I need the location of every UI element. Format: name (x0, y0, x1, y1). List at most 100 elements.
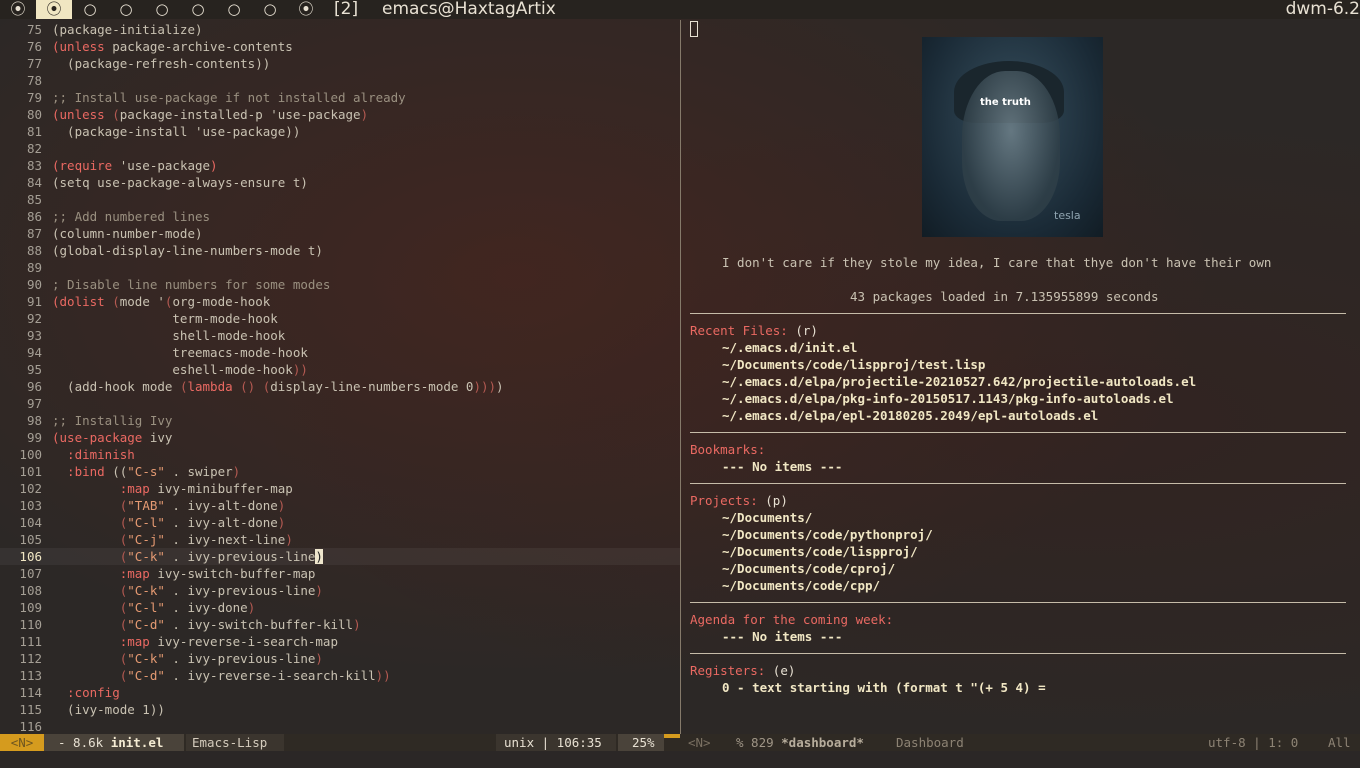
code-line[interactable]: 80 (unless (package-installed-p 'use-pack… (0, 106, 680, 123)
code-line[interactable]: 83 (require 'use-package) (0, 157, 680, 174)
code-line[interactable]: 110 ("C-d" . ivy-switch-buffer-kill) (0, 616, 680, 633)
code-line[interactable]: 109 ("C-l" . ivy-done) (0, 599, 680, 616)
code-line[interactable]: 103 ("TAB" . ivy-alt-done) (0, 497, 680, 514)
buffer-info[interactable]: - 8.6k init.el (44, 734, 184, 751)
code-line[interactable]: 85 (0, 191, 680, 208)
evil-state-indicator: <N> (0, 734, 44, 751)
editor-window-init-el[interactable]: 75 (package-initialize) 76 (unless package-… (0, 20, 680, 732)
code-line[interactable]: 76 (unless package-archive-contents (0, 38, 680, 55)
buffer-info-right[interactable]: % 829 *dashboard* (736, 734, 864, 751)
code-line[interactable]: 75 (package-initialize) (0, 21, 680, 38)
line-number: 77 (26, 56, 42, 71)
code-line[interactable]: 91 (dolist (mode '(org-mode-hook (0, 293, 680, 310)
code-token: ivy (149, 430, 173, 445)
line-number: 97 (26, 396, 42, 411)
code-token: (package-refresh-contents)) (52, 56, 271, 71)
echo-area[interactable] (0, 751, 1360, 768)
code-line[interactable]: 113 ("C-d" . ivy-reverse-i-search-kill)) (0, 667, 680, 684)
recent-file-item[interactable]: ~/.emacs.d/elpa/projectile-20210527.642/… (722, 373, 1196, 390)
code-line[interactable]: 82 (0, 140, 680, 157)
code-text: ;; Installig Ivy (52, 412, 172, 429)
tag-8-button[interactable]: ○ (252, 0, 288, 19)
tag-6-button[interactable]: ○ (180, 0, 216, 19)
code-line[interactable]: 78 (0, 72, 680, 89)
code-line[interactable]: 104 ("C-l" . ivy-alt-done) (0, 514, 680, 531)
code-token: (package-install 'use-package)) (52, 124, 301, 139)
project-item[interactable]: ~/Documents/code/cpp/ (722, 577, 880, 594)
line-number: 80 (26, 107, 42, 122)
tag-5-button[interactable]: ○ (144, 0, 180, 19)
code-token: (unless (52, 107, 113, 122)
code-line[interactable]: 81 (package-install 'use-package)) (0, 123, 680, 140)
layout-indicator[interactable]: [2] (334, 0, 358, 19)
code-token: (global-display-line-numbers-mode t) (52, 243, 323, 258)
agenda-heading[interactable]: Agenda for the coming week: (690, 611, 893, 628)
code-token: treemacs-mode-hook (52, 345, 308, 360)
recent-files-key: (r) (795, 323, 818, 338)
code-line[interactable]: 97 (0, 395, 680, 412)
code-line[interactable]: 107 :map ivy-switch-buffer-map (0, 565, 680, 582)
code-line[interactable]: 106 ("C-k" . ivy-previous-line) (0, 548, 680, 565)
code-line[interactable]: 77 (package-refresh-contents)) (0, 55, 680, 72)
code-line[interactable]: 108 ("C-k" . ivy-previous-line) (0, 582, 680, 599)
registers-header[interactable]: Registers: (e) (690, 662, 795, 679)
code-line[interactable]: 86 ;; Add numbered lines (0, 208, 680, 225)
project-item[interactable]: ~/Documents/code/pythonproj/ (722, 526, 933, 543)
code-line[interactable]: 112 ("C-k" . ivy-previous-line) (0, 650, 680, 667)
register-item[interactable]: 0 - text starting with (format t "(+ 5 4… (722, 679, 1046, 696)
line-number: 84 (26, 175, 42, 190)
code-line[interactable]: 116 (0, 718, 680, 732)
project-item[interactable]: ~/Documents/code/lispproj/ (722, 543, 918, 560)
tag-2-button[interactable]: ⦿ (36, 0, 72, 19)
code-line[interactable]: 98 ;; Installig Ivy (0, 412, 680, 429)
code-line[interactable]: 99 (use-package ivy (0, 429, 680, 446)
line-number: 114 (19, 685, 42, 700)
code-line[interactable]: 90 ; Disable line numbers for some modes (0, 276, 680, 293)
code-line[interactable]: 95 eshell-mode-hook)) (0, 361, 680, 378)
recent-file-item[interactable]: ~/.emacs.d/elpa/pkg-info-20150517.1143/p… (722, 390, 1174, 407)
code-line[interactable]: 115 (ivy-mode 1)) (0, 701, 680, 718)
code-line[interactable]: 92 term-mode-hook (0, 310, 680, 327)
buffer-size-right: % 829 (736, 735, 782, 750)
code-line[interactable]: 96 (add-hook mode (lambda () (display-li… (0, 378, 680, 395)
projects-header[interactable]: Projects: (p) (690, 492, 788, 509)
line-number: 78 (26, 73, 42, 88)
code-token: (( (112, 464, 128, 479)
tag-7-button[interactable]: ○ (216, 0, 252, 19)
tag-1-button[interactable]: ⦿ (0, 0, 36, 19)
code-line[interactable]: 93 shell-mode-hook (0, 327, 680, 344)
tag-4-button[interactable]: ○ (108, 0, 144, 19)
major-mode-right[interactable]: Dashboard (896, 734, 964, 751)
bookmarks-empty: --- No items --- (722, 459, 843, 474)
recent-file-item[interactable]: ~/.emacs.d/elpa/epl-20180205.2049/epl-au… (722, 407, 1098, 424)
dashboard-window[interactable]: the truth tesla I don't care if they sto… (681, 20, 1360, 734)
bookmarks-heading[interactable]: Bookmarks: (690, 441, 765, 458)
major-mode[interactable]: Emacs-Lisp (186, 734, 284, 751)
buffer-name: init.el (110, 735, 164, 750)
code-line[interactable]: 87 (column-number-mode) (0, 225, 680, 242)
code-token: )) (292, 362, 308, 377)
code-line[interactable]: 79 ;; Install use-package if not installe… (0, 89, 680, 106)
code-line[interactable]: 84 (setq use-package-always-ensure t) (0, 174, 680, 191)
tag-3-button[interactable]: ○ (72, 0, 108, 19)
code-line[interactable]: 94 treemacs-mode-hook (0, 344, 680, 361)
code-line[interactable]: 100 :diminish (0, 446, 680, 463)
code-line[interactable]: 105 ("C-j" . ivy-next-line) (0, 531, 680, 548)
buffer-percent-right: All (1328, 735, 1351, 750)
recent-files-header[interactable]: Recent Files: (r) (690, 322, 818, 339)
code-token: "C-k" (127, 583, 165, 598)
code-line[interactable]: 101 :bind (("C-s" . swiper) (0, 463, 680, 480)
code-line[interactable]: 111 :map ivy-reverse-i-search-map (0, 633, 680, 650)
code-line[interactable]: 89 (0, 259, 680, 276)
tag-9-button[interactable]: ⦿ (288, 0, 324, 19)
code-line[interactable]: 114 :config (0, 684, 680, 701)
project-item[interactable]: ~/Documents/ (722, 509, 812, 526)
recent-file-item[interactable]: ~/.emacs.d/init.el (722, 339, 857, 356)
code-token: (unless (52, 39, 113, 54)
code-line[interactable]: 88 (global-display-line-numbers-mode t) (0, 242, 680, 259)
recent-file-item[interactable]: ~/Documents/code/lispproj/test.lisp (722, 356, 985, 373)
code-token: (column-number-mode) (52, 226, 203, 241)
code-line[interactable]: 102 :map ivy-minibuffer-map (0, 480, 680, 497)
project-item[interactable]: ~/Documents/code/cproj/ (722, 560, 895, 577)
code-token: "C-k" (127, 651, 165, 666)
